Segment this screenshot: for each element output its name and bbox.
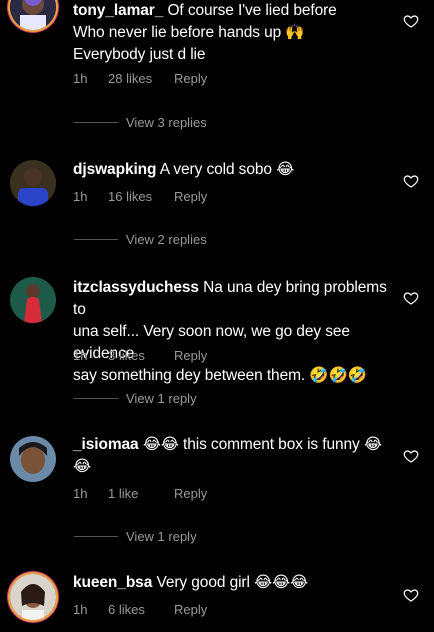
heart-icon[interactable] (403, 13, 419, 29)
comment-text: itzclassyduchess Na una dey bring proble… (73, 279, 387, 318)
avatar[interactable] (10, 160, 56, 206)
view-replies-button[interactable]: View 3 replies (74, 115, 207, 130)
username[interactable]: _isiomaa (73, 436, 139, 453)
reply-button[interactable]: Reply (174, 189, 207, 204)
comment-text: _isiomaa 😂😂 this comment box is funny 😂 (73, 436, 382, 453)
heart-icon[interactable] (403, 290, 419, 306)
likes-count[interactable]: 16 likes (108, 189, 174, 204)
reply-button[interactable]: Reply (174, 602, 207, 617)
divider-line (74, 122, 118, 123)
avatar[interactable] (10, 0, 56, 30)
timestamp: 1h (73, 71, 88, 86)
likes-count[interactable]: 28 likes (108, 71, 174, 86)
username[interactable]: djswapking (73, 161, 157, 178)
heart-icon[interactable] (403, 448, 419, 464)
username[interactable]: itzclassyduchess (73, 279, 199, 296)
comment-meta: 1h 6 likes Reply (73, 602, 207, 617)
divider-line (74, 536, 118, 537)
heart-icon[interactable] (403, 173, 419, 189)
reply-button[interactable]: Reply (174, 486, 207, 501)
comment-text-line: say something dey between them. 🤣🤣🤣 (73, 367, 367, 384)
view-replies-button[interactable]: View 2 replies (74, 232, 207, 247)
likes-count[interactable]: 6 likes (108, 602, 174, 617)
comment-text-line: 😂 (73, 458, 92, 475)
username[interactable]: tony_lamar_ (73, 2, 163, 19)
reply-button[interactable]: Reply (174, 348, 207, 363)
view-replies-button[interactable]: View 1 reply (74, 529, 197, 544)
likes-count[interactable]: 1 like (108, 486, 174, 501)
comment-text: tony_lamar_ Of course I've lied before (73, 2, 337, 19)
timestamp: 1h (73, 189, 88, 204)
reply-button[interactable]: Reply (174, 71, 207, 86)
timestamp: 1h (73, 348, 88, 363)
comment-text: kueen_bsa Very good girl 😂😂😂 (73, 574, 309, 591)
heart-icon[interactable] (403, 587, 419, 603)
timestamp: 1h (73, 602, 88, 617)
divider-line (74, 239, 118, 240)
comment-meta: 1h 28 likes Reply (73, 71, 207, 86)
avatar[interactable] (10, 436, 56, 482)
comment-text: djswapking A very cold sobo 😂 (73, 161, 295, 178)
comment-meta: 1h 16 likes Reply (73, 189, 207, 204)
timestamp: 1h (73, 486, 88, 501)
avatar[interactable] (10, 574, 56, 620)
comment-text-line: Who never lie before hands up 🙌 (73, 24, 305, 41)
divider-line (74, 398, 118, 399)
comment-text-line: Everybody just d lie (73, 46, 206, 63)
avatar[interactable] (10, 277, 56, 323)
comment-meta: 1h 3 likes Reply (73, 348, 207, 363)
view-replies-button[interactable]: View 1 reply (74, 391, 197, 406)
comment-meta: 1h 1 like Reply (73, 486, 207, 501)
likes-count[interactable]: 3 likes (108, 348, 174, 363)
username[interactable]: kueen_bsa (73, 574, 152, 591)
